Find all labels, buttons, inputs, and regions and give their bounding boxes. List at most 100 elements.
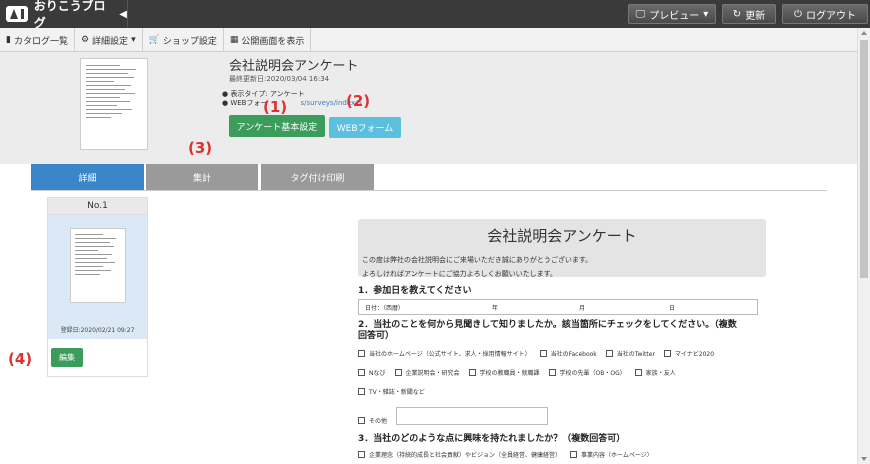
page-title: 会社説明会アンケート bbox=[229, 59, 359, 74]
brand-name: おりこうブログ bbox=[33, 0, 106, 30]
survey-header: 会社説明会アンケート この度は弊社の会社説明会にご来場いただき誠にありがとうござ… bbox=[358, 219, 766, 278]
checkbox[interactable] bbox=[358, 451, 365, 458]
book-icon: ▮ bbox=[6, 35, 11, 45]
checkbox-option[interactable]: 企業理念（持続的成長と社会貢献）やビジョン（全員経営、健康経営） bbox=[358, 450, 561, 459]
checkbox[interactable] bbox=[358, 369, 365, 376]
date-field[interactable]: 日付：（西暦） 年 月 日 bbox=[358, 299, 758, 315]
checkbox[interactable] bbox=[605, 350, 613, 357]
scroll-thumb[interactable] bbox=[860, 40, 868, 278]
option-label: 企業説明会・研究会 bbox=[405, 370, 460, 377]
subnav-label: 公開画面を表示 bbox=[241, 36, 305, 47]
survey-basic-settings-button[interactable]: アンケート基本設定 bbox=[229, 115, 325, 137]
checkbox-option-other[interactable]: その他 bbox=[358, 416, 387, 425]
checkbox-option[interactable]: 事業内容（ホームページ） bbox=[570, 450, 653, 459]
month-label: 月 bbox=[579, 304, 586, 312]
top-bar: おりこうブログ ◀ 🖵 プレビュー ▾ ↻ 更新 ⏻ ログアウト bbox=[0, 0, 870, 30]
tab-detail[interactable]: 詳細 bbox=[31, 164, 144, 190]
option-label: TV・雑誌・新聞など bbox=[369, 389, 425, 396]
checkbox[interactable] bbox=[570, 451, 578, 458]
brand-logo-icon bbox=[6, 6, 28, 22]
day-label: 日 bbox=[669, 304, 676, 312]
checkbox-option[interactable]: Nなび bbox=[358, 368, 386, 377]
scroll-up-icon[interactable] bbox=[861, 31, 867, 35]
checkbox[interactable] bbox=[358, 388, 365, 395]
preview-button[interactable]: 🖵 プレビュー ▾ bbox=[628, 4, 716, 24]
checkbox-row-3: TV・雑誌・新聞など bbox=[358, 387, 766, 396]
subnav-show-public[interactable]: ▦ 公開画面を表示 bbox=[224, 28, 312, 52]
subnav-shop-settings[interactable]: 🛒 ショップ設定 bbox=[143, 28, 224, 52]
monitor-icon: 🖵 bbox=[635, 8, 646, 20]
refresh-button[interactable]: ↻ 更新 bbox=[722, 4, 776, 24]
vertical-scrollbar[interactable] bbox=[857, 28, 870, 464]
checkbox[interactable] bbox=[548, 369, 556, 376]
response-thumbnail bbox=[70, 228, 126, 303]
question-1: 1．参加日を教えてください bbox=[358, 286, 472, 296]
brand-menu[interactable]: おりこうブログ ◀ bbox=[0, 0, 128, 30]
option-label: 企業理念（持続的成長と社会貢献）やビジョン（全員経営、健康経営） bbox=[369, 452, 562, 459]
checkbox-option[interactable]: 当社のTwitter bbox=[605, 349, 655, 358]
subnav-label: カタログ一覧 bbox=[13, 36, 68, 47]
year-label: 年 bbox=[492, 304, 499, 312]
checkbox-option[interactable]: 学校の先輩（OB・OG） bbox=[548, 368, 626, 377]
logout-button[interactable]: ⏻ ログアウト bbox=[782, 4, 868, 24]
checkbox[interactable] bbox=[663, 350, 671, 357]
option-label: マイナビ2020 bbox=[674, 351, 715, 358]
question-3: 3．当社のどのような点に興味を持たれましたか？（複数回答可） bbox=[358, 434, 626, 444]
tab-divider bbox=[31, 190, 827, 191]
tab-tag-print[interactable]: タグ付け印刷 bbox=[261, 164, 374, 190]
checkbox-row-1: 当社のホームページ（公式サイト、求人・採用情報サイト） 当社のFacebook … bbox=[358, 349, 766, 358]
option-label: 学校の先輩（OB・OG） bbox=[559, 370, 626, 377]
checkbox-option[interactable]: TV・雑誌・新聞など bbox=[358, 387, 425, 396]
question-2-line-2: 回答可） bbox=[358, 331, 395, 341]
survey-desc-1: この度は弊社の会社説明会にご来場いただき誠にありがとうございます。 bbox=[362, 256, 593, 264]
checkbox-option[interactable]: 家族・友人 bbox=[634, 368, 676, 377]
card-body[interactable]: 登録日:2020/02/21 09:27 bbox=[48, 215, 147, 339]
date-label: 日付：（西暦） bbox=[365, 304, 405, 312]
map-icon: ▦ bbox=[229, 35, 239, 45]
checkbox-option[interactable]: 当社のFacebook bbox=[539, 349, 597, 358]
checkbox-option[interactable]: マイナビ2020 bbox=[663, 349, 715, 358]
survey-document: 会社説明会アンケート この度は弊社の会社説明会にご来場いただき誠にありがとうござ… bbox=[358, 219, 766, 459]
caret-left-icon: ◀ bbox=[119, 8, 127, 20]
checkbox-option[interactable]: 学校の教職員・就職課 bbox=[468, 368, 540, 377]
subnav-label: 詳細設定 bbox=[92, 36, 129, 47]
annotation-marker-2: (2) bbox=[346, 92, 371, 110]
subnav-detail-settings[interactable]: ⚙ 詳細設定 ▾ bbox=[75, 28, 143, 52]
checkbox[interactable] bbox=[634, 369, 642, 376]
checkbox-row-2: Nなび 企業説明会・研究会 学校の教職員・就職課 学校の先輩（OB・OG） 家族… bbox=[358, 368, 766, 377]
other-text-input[interactable] bbox=[396, 407, 549, 425]
registered-date: 登録日:2020/02/21 09:27 bbox=[60, 327, 135, 334]
card-footer: 編集 bbox=[48, 339, 147, 376]
logout-label: ログアウト bbox=[805, 10, 856, 22]
annotation-marker-1: (1) bbox=[263, 98, 288, 116]
edit-button[interactable]: 編集 bbox=[51, 348, 83, 367]
checkbox-option[interactable]: 当社のホームページ（公式サイト、求人・採用情報サイト） bbox=[358, 349, 531, 358]
checkbox[interactable] bbox=[468, 369, 476, 376]
preview-label: プレビュー bbox=[649, 10, 700, 22]
checkbox[interactable] bbox=[358, 416, 365, 424]
web-form-info: ● WEBフォー s/surveys/index/5 bbox=[222, 98, 362, 108]
scroll-down-icon[interactable] bbox=[861, 457, 867, 461]
web-form-button[interactable]: WEBフォーム bbox=[329, 117, 401, 138]
survey-desc-2: よろしければアンケートにご協力よろしくお願いいたします。 bbox=[362, 270, 557, 278]
checkbox-option[interactable]: 企業説明会・研究会 bbox=[394, 368, 460, 377]
subnav-label: ショップ設定 bbox=[162, 36, 217, 47]
checkbox-row-other: その他 bbox=[358, 407, 766, 425]
question-2-line-1: 2．当社のことを何から見聞きして知りましたか。該当箇所にチェックをしてください。… bbox=[358, 320, 737, 330]
cart-icon: 🛒 bbox=[148, 35, 160, 45]
question-2: 2．当社のことを何から見聞きして知りましたか。該当箇所にチェックをしてください。… bbox=[358, 320, 766, 342]
checkbox[interactable] bbox=[358, 350, 365, 357]
annotation-marker-4: (4) bbox=[8, 350, 33, 368]
option-label: 学校の教職員・就職課 bbox=[479, 370, 540, 377]
tab-summary[interactable]: 集計 bbox=[146, 164, 258, 190]
subnav-catalog-list[interactable]: ▮ カタログ一覧 bbox=[0, 28, 75, 52]
option-label: 事業内容（ホームページ） bbox=[581, 452, 653, 459]
checkbox[interactable] bbox=[394, 369, 402, 376]
last-updated: 最終更新日:2020/03/04 16:34 bbox=[229, 75, 330, 83]
option-label: Nなび bbox=[369, 370, 386, 377]
checkbox[interactable] bbox=[539, 350, 547, 357]
catalog-thumbnail bbox=[80, 58, 148, 150]
option-label: 当社のFacebook bbox=[550, 351, 597, 358]
caret-down-icon: ▾ bbox=[131, 35, 136, 45]
power-icon: ⏻ bbox=[794, 8, 802, 20]
